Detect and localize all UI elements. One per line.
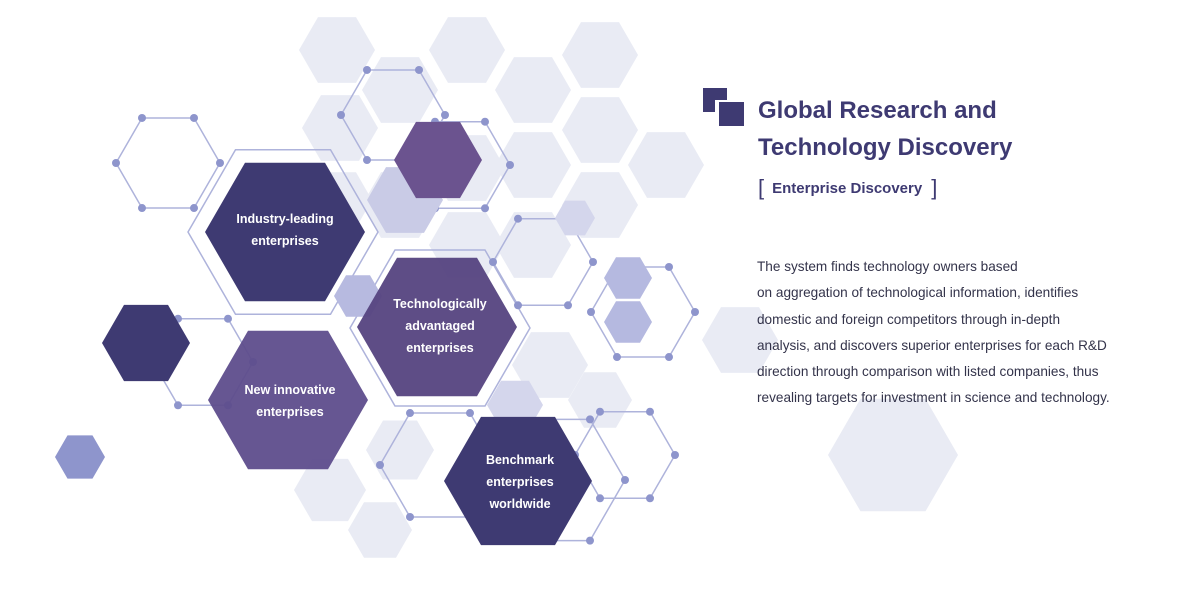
network-node (665, 353, 673, 362)
network-node (586, 415, 594, 424)
network-node (190, 113, 198, 122)
network-node (363, 65, 371, 74)
network-node (489, 258, 497, 266)
category-label-industry-leading: Industry-leading enterprises (236, 212, 334, 248)
network-node (621, 476, 629, 484)
network-node (646, 407, 654, 416)
network-node (665, 262, 673, 271)
bracket-open: [ (758, 175, 765, 200)
network-node (646, 494, 654, 503)
subtitle: [ Enterprise Discovery ] (758, 175, 937, 201)
network-node (174, 401, 182, 410)
background-hexagon (348, 502, 412, 558)
network-node (406, 512, 414, 521)
network-node (613, 353, 621, 362)
background-hexagon (429, 17, 505, 83)
network-node (406, 409, 414, 418)
category-label-technologically-advantaged: Technologically advantaged enterprises (393, 297, 487, 355)
network-node (481, 204, 489, 213)
accent-hexagon-light (604, 257, 652, 299)
accent-hexagon-blue (55, 435, 105, 479)
network-node (586, 536, 594, 545)
network-node (514, 214, 522, 223)
background-hexagon (828, 398, 958, 512)
background-hexagon (628, 132, 704, 198)
network-node (190, 204, 198, 213)
network-node (138, 204, 146, 213)
network-node (138, 113, 146, 122)
network-node (337, 111, 345, 119)
category-label-new-innovative: New innovative enterprises (244, 383, 336, 419)
network-node (596, 407, 604, 416)
network-node (112, 159, 120, 167)
network-node (506, 161, 514, 169)
background-hexagon (362, 57, 438, 123)
network-node (216, 159, 224, 167)
network-node (363, 156, 371, 165)
subtitle-text: Enterprise Discovery (772, 179, 923, 197)
network-node (441, 111, 449, 119)
network-node (376, 461, 384, 469)
network-node (564, 301, 572, 310)
logo-icon (703, 88, 745, 128)
description: The system finds technology owners based… (757, 259, 1110, 406)
outline-hexagon (115, 117, 221, 209)
network-node (671, 451, 679, 459)
network-node (224, 314, 232, 323)
network-node (587, 308, 595, 316)
background-hexagon (302, 95, 378, 161)
page-title: Global Research and Technology Discovery (758, 97, 1013, 161)
background-hexagon (562, 22, 638, 88)
accent-hexagon-light (604, 301, 652, 343)
network-node (481, 117, 489, 126)
bracket-close: ] (931, 175, 938, 200)
category-label-benchmark-worldwide: Benchmark enterprises worldwide (485, 453, 555, 511)
background-hexagon (562, 97, 638, 163)
network-node (466, 409, 474, 418)
background-hexagon (495, 57, 571, 123)
network-node (589, 258, 597, 266)
network-node (691, 308, 699, 316)
network-node (415, 65, 423, 74)
background-hexagon (299, 17, 375, 83)
